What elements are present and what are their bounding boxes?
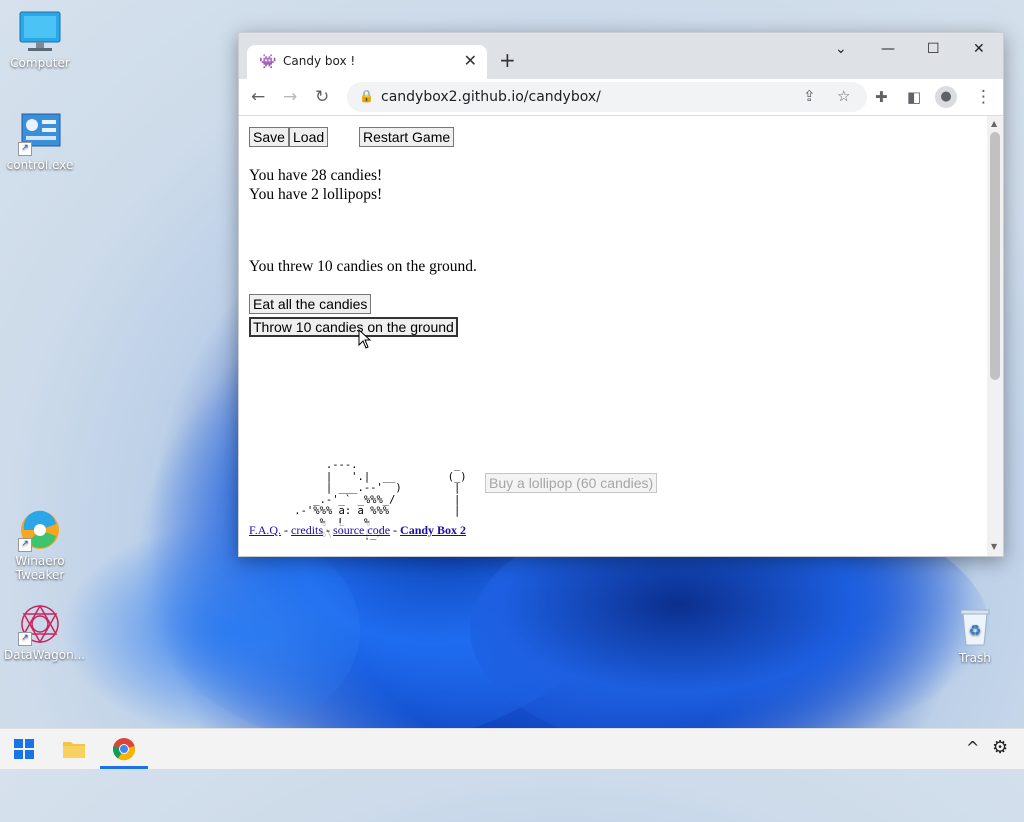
file-explorer-folder-icon[interactable]	[62, 737, 86, 761]
faq-link[interactable]: F.A.Q.	[249, 523, 281, 537]
chevron-up-icon[interactable]: ^	[966, 738, 979, 757]
url-text: candybox2.github.io/candybox/	[381, 89, 601, 105]
desktop-icon-control[interactable]: ↗ control.exe	[4, 112, 76, 172]
mouse-cursor-icon	[358, 329, 372, 349]
browser-toolbar: ← → ↻ 🔒 candybox2.github.io/candybox/ ⇪ …	[239, 79, 1003, 116]
tab-list-chevron-icon[interactable]: ⌄	[835, 41, 847, 57]
throw-candies-button[interactable]: Throw 10 candies on the ground	[249, 317, 458, 337]
load-button[interactable]: Load	[289, 127, 329, 147]
source-code-link[interactable]: source code	[333, 523, 390, 537]
reload-icon[interactable]: ↻	[315, 87, 329, 107]
scroll-down-arrow-icon[interactable]: ▼	[991, 542, 997, 551]
share-icon[interactable]: ⇪	[803, 87, 816, 105]
control-panel-icon: ↗	[18, 112, 62, 156]
restart-game-button[interactable]: Restart Game	[359, 127, 455, 147]
desktop-icon-computer[interactable]: Computer	[4, 10, 76, 70]
start-windows-icon[interactable]	[12, 737, 36, 761]
chrome-browser-icon[interactable]	[112, 737, 136, 761]
address-bar[interactable]: 🔒 candybox2.github.io/candybox/ ⇪ ☆	[347, 82, 867, 112]
side-panel-icon[interactable]: ◧	[907, 87, 921, 107]
forward-arrow-icon[interactable]: →	[283, 87, 297, 107]
shortcut-arrow-icon: ↗	[18, 632, 32, 646]
footer-separator: -	[281, 523, 292, 537]
profile-avatar-icon[interactable]: ●	[935, 86, 957, 108]
lock-icon: 🔒	[359, 89, 374, 103]
minimize-button[interactable]: —	[881, 41, 895, 57]
extensions-puzzle-icon[interactable]: ✚	[875, 87, 888, 107]
svg-text:♻: ♻	[969, 623, 982, 639]
footer-separator: -	[323, 523, 334, 537]
desktop-icon-label: Trash	[959, 651, 991, 665]
desktop-icon-label: DataWagon...	[4, 648, 86, 662]
save-button[interactable]: Save	[249, 127, 289, 147]
tab-close-icon[interactable]: ✕	[464, 51, 477, 70]
desktop-icon-datawagon[interactable]: ↗ DataWagon...	[4, 602, 86, 662]
desktop-icon-label: control.exe	[6, 158, 74, 172]
shortcut-arrow-icon: ↗	[18, 538, 32, 552]
close-window-button[interactable]: ✕	[973, 41, 985, 57]
settings-gear-icon[interactable]: ⚙	[992, 737, 1008, 758]
credits-link[interactable]: credits	[291, 523, 323, 537]
desktop-icon-label: Computer	[10, 56, 70, 70]
footer-separator: -	[390, 523, 401, 537]
maximize-button[interactable]: ☐	[927, 41, 940, 57]
scrollbar-thumb[interactable]	[990, 132, 1000, 380]
recycle-bin-icon: ♻	[953, 605, 997, 649]
bookmark-star-icon[interactable]: ☆	[837, 87, 850, 105]
browser-window: 👾 Candy box ! ✕ + ⌄ — ☐ ✕ ← → ↻ 🔒 candyb…	[238, 32, 1004, 557]
status-message: You threw 10 candies on the ground.	[249, 258, 477, 275]
page-scrollbar[interactable]: ▲ ▼	[987, 116, 1003, 556]
datawagon-icon: ↗	[18, 602, 62, 646]
buy-lollipop-button[interactable]: Buy a lollipop (60 candies)	[485, 473, 658, 493]
tab-candybox[interactable]: 👾 Candy box ! ✕	[247, 45, 487, 79]
tab-title: Candy box !	[283, 54, 356, 68]
lollipop-ascii-art: _ (_) | | |	[447, 459, 467, 517]
new-tab-button[interactable]: +	[499, 50, 516, 70]
monitor-icon	[18, 10, 62, 54]
lollipops-count-text: You have 2 lollipops!	[249, 186, 383, 203]
page-content: Save Load Restart Game You have 28 candi…	[239, 116, 987, 556]
winaero-tweaker-icon: ↗	[18, 508, 62, 552]
shortcut-arrow-icon: ↗	[18, 142, 32, 156]
back-arrow-icon[interactable]: ←	[251, 87, 265, 107]
scroll-up-arrow-icon[interactable]: ▲	[991, 119, 997, 128]
tab-bar: 👾 Candy box ! ✕ + ⌄ — ☐ ✕	[239, 33, 1003, 79]
taskbar: ^ ⚙	[0, 728, 1024, 769]
footer-links: F.A.Q. - credits - source code - Candy B…	[249, 523, 467, 538]
desktop-icon-trash[interactable]: ♻ Trash	[939, 605, 1011, 665]
candy-box-2-link[interactable]: Candy Box 2	[400, 523, 466, 537]
desktop-icon-winaero[interactable]: ↗ Winaero Tweaker	[4, 508, 76, 582]
eat-candies-button[interactable]: Eat all the candies	[249, 294, 372, 314]
candies-count-text: You have 28 candies!	[249, 167, 383, 184]
menu-kebab-icon[interactable]: ⋮	[975, 87, 992, 107]
desktop-icon-label: Winaero Tweaker	[15, 554, 65, 582]
candybox-favicon-icon: 👾	[259, 54, 277, 70]
